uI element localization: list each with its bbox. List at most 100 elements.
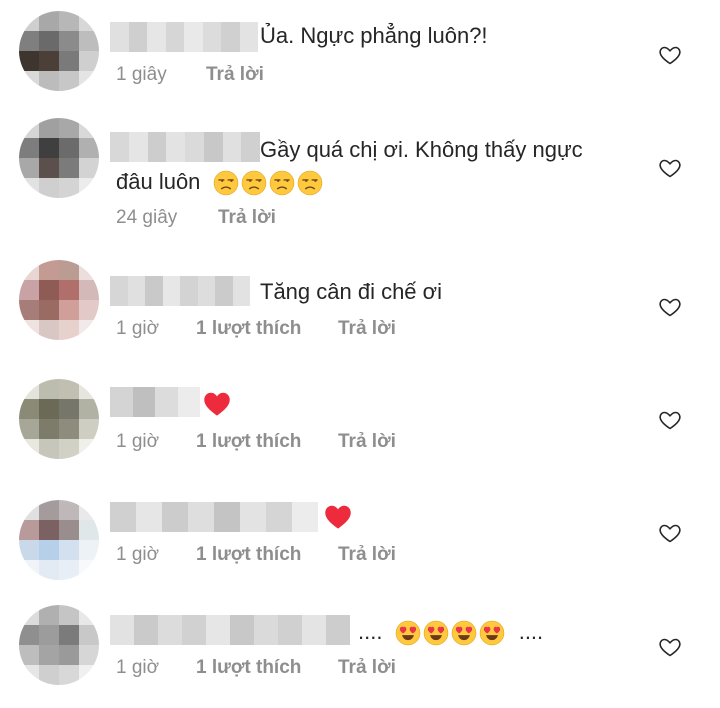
avatar-pixel (79, 540, 99, 560)
comment-text-dots-after: .... (518, 619, 544, 644)
username-pixel (254, 615, 278, 645)
comment-item: Tăng cân đi chế ơi 1 giờ 1 lượt thích Tr… (0, 256, 720, 369)
avatar-pixel (19, 520, 39, 540)
username-pixel (230, 615, 254, 645)
heart-outline-icon[interactable] (658, 635, 682, 659)
avatar-pixel (39, 31, 59, 51)
comment-item: 1 giờ 1 lượt thích Trả lời (0, 369, 720, 482)
avatar-pixel (39, 439, 59, 459)
avatar-pixel (19, 379, 39, 399)
avatar[interactable] (19, 379, 99, 459)
avatar-pixel (19, 158, 39, 178)
comment-text: .... .... (358, 615, 543, 649)
reply-button[interactable]: Trả lời (218, 207, 276, 229)
username-redacted[interactable] (110, 615, 350, 645)
comment-item: .... .... 1 giờ 1 lượt thích Trả lời (0, 595, 720, 708)
avatar[interactable] (19, 118, 99, 198)
avatar-pixel (59, 500, 79, 520)
username-pixel (110, 22, 129, 52)
comment-text-cont: đâu luôn (116, 169, 201, 194)
username-redacted[interactable] (110, 22, 258, 52)
username-redacted[interactable] (110, 276, 250, 306)
avatar-pixel (19, 178, 39, 198)
avatar-pixel (39, 300, 59, 320)
unamused-face-emoji (241, 170, 266, 196)
avatar-pixel (79, 500, 99, 520)
avatar-pixel (39, 665, 59, 685)
emoji-row (213, 169, 325, 196)
username-pixel (241, 132, 260, 162)
reply-button[interactable]: Trả lời (338, 657, 396, 679)
heart-outline-icon[interactable] (658, 43, 682, 67)
avatar-pixel (59, 605, 79, 625)
avatar[interactable] (19, 260, 99, 340)
unamused-face-emoji (213, 170, 238, 196)
avatar-pixel (79, 178, 99, 198)
avatar-pixel (19, 280, 39, 300)
username-pixel (128, 132, 148, 162)
avatar-pixel (19, 560, 39, 580)
likes-count[interactable]: 1 lượt thích (196, 544, 338, 566)
reply-button[interactable]: Trả lời (338, 431, 396, 453)
comment-meta: 1 giây Trả lời (116, 64, 264, 86)
avatar-pixel (19, 320, 39, 340)
username-pixel (206, 615, 230, 645)
likes-count[interactable]: 1 lượt thích (196, 657, 338, 679)
heart-outline-icon[interactable] (658, 156, 682, 180)
avatar-pixel (79, 300, 99, 320)
username-pixel (182, 615, 206, 645)
heart-outline-icon[interactable] (658, 521, 682, 545)
heart-outline-icon[interactable] (658, 295, 682, 319)
heart-outline-icon[interactable] (658, 408, 682, 432)
username-pixel (162, 502, 188, 532)
comment-time: 1 giờ (116, 544, 160, 565)
likes-count[interactable]: 1 lượt thích (196, 431, 338, 453)
username-pixel (136, 502, 162, 532)
username-pixel (177, 387, 200, 417)
avatar-pixel (59, 280, 79, 300)
avatar-pixel (79, 118, 99, 138)
avatar-pixel (59, 560, 79, 580)
username-pixel (110, 132, 129, 162)
avatar-pixel (79, 11, 99, 31)
avatar-pixel (39, 118, 59, 138)
username-redacted[interactable] (110, 502, 318, 532)
avatar-pixel (39, 260, 59, 280)
comment-item: 1 giờ 1 lượt thích Trả lời (0, 482, 720, 595)
avatar-pixel (39, 178, 59, 198)
avatar-pixel (79, 158, 99, 178)
reply-button[interactable]: Trả lời (206, 64, 264, 86)
avatar-pixel (59, 118, 79, 138)
comment-time: 1 giây (116, 64, 167, 85)
avatar-pixel (59, 379, 79, 399)
avatar[interactable] (19, 605, 99, 685)
avatar-pixel (39, 51, 59, 71)
avatar-pixel (59, 31, 79, 51)
comment-text-line2: đâu luôn (116, 165, 325, 199)
avatar-pixel (79, 379, 99, 399)
avatar-pixel (39, 540, 59, 560)
comment-meta: 1 giờ 1 lượt thích Trả lời (116, 544, 396, 566)
comment-text: Tăng cân đi chế ơi (260, 279, 442, 304)
comment-item: Gầy quá chị ơi. Không thấy ngực đâu luôn… (0, 113, 720, 229)
avatar-pixel (19, 399, 39, 419)
comment-time: 1 giờ (116, 657, 160, 678)
avatar-pixel (19, 31, 39, 51)
username-redacted[interactable] (110, 387, 200, 417)
avatar-pixel (79, 280, 99, 300)
likes-count[interactable]: 1 lượt thích (196, 318, 338, 340)
reply-button[interactable]: Trả lời (338, 544, 396, 566)
username-pixel (203, 132, 223, 162)
avatar-pixel (39, 11, 59, 31)
username-pixel (292, 502, 318, 532)
username-pixel (110, 502, 136, 532)
avatar-pixel (19, 665, 39, 685)
avatar-pixel (79, 51, 99, 71)
comment-meta: 1 giờ 1 lượt thích Trả lời (116, 318, 396, 340)
reply-button[interactable]: Trả lời (338, 318, 396, 340)
avatar[interactable] (19, 500, 99, 580)
heart-eyes-emoji (423, 620, 448, 646)
avatar[interactable] (19, 11, 99, 91)
username-redacted[interactable] (110, 132, 260, 162)
username-pixel (202, 22, 221, 52)
